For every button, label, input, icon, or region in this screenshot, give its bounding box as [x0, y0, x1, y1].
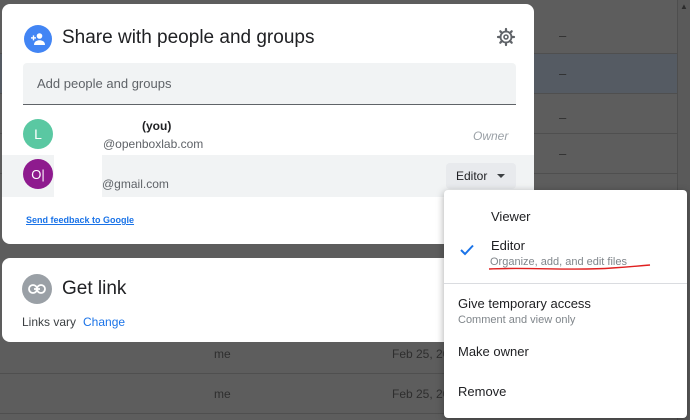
person-name-suffix: (you)	[142, 119, 172, 133]
menu-divider	[444, 283, 687, 284]
avatar: L	[23, 119, 53, 149]
feedback-link[interactable]: Send feedback to Google	[26, 215, 134, 225]
role-menu: Viewer Editor Organize, add, and edit fi…	[444, 190, 687, 418]
dialog-title: Share with people and groups	[62, 27, 315, 48]
role-label-owner: Owner	[473, 129, 509, 143]
scroll-up-icon[interactable]: ▲	[680, 2, 688, 11]
role-dropdown-button[interactable]: Editor	[446, 163, 516, 189]
add-person-icon	[24, 25, 52, 53]
menu-item-description: Comment and view only	[458, 314, 576, 326]
row-dash: –	[559, 66, 567, 81]
gear-icon[interactable]	[495, 26, 517, 48]
link-status-text: Links vary	[22, 315, 77, 329]
person-row-owner: L (you) @openboxlab.com Owner	[2, 113, 534, 155]
row-date: Feb 25, 20	[392, 347, 450, 361]
menu-item-label: Remove	[458, 384, 507, 399]
menu-item-label: Viewer	[491, 209, 531, 224]
check-icon	[460, 243, 474, 261]
person-email: @openboxlab.com	[103, 137, 204, 151]
row-dash: –	[559, 146, 567, 161]
row-owner: me	[214, 347, 231, 361]
menu-item-label: Give temporary access	[458, 296, 591, 311]
row-dash: –	[559, 110, 567, 125]
menu-item-make-owner[interactable]: Make owner	[444, 336, 687, 370]
row-date: Feb 25, 20	[392, 387, 450, 401]
annotation-underline	[488, 264, 651, 270]
avatar: O|	[23, 159, 53, 189]
person-email: @gmail.com	[102, 177, 169, 191]
menu-item-temporary-access[interactable]: Give temporary access Comment and view o…	[444, 290, 687, 332]
redacted-name-block	[54, 155, 102, 197]
redacted-name-block	[54, 113, 102, 155]
row-dash: –	[559, 28, 567, 43]
row-owner: me	[214, 387, 231, 401]
link-icon	[22, 274, 52, 304]
add-people-input[interactable]	[23, 63, 516, 105]
menu-item-label: Editor	[491, 238, 525, 253]
role-dropdown-label: Editor	[456, 169, 488, 183]
menu-item-viewer[interactable]: Viewer	[444, 198, 687, 234]
caret-down-icon	[497, 174, 506, 178]
menu-item-label: Make owner	[458, 344, 529, 359]
menu-item-remove[interactable]: Remove	[444, 376, 687, 410]
get-link-title: Get link	[62, 278, 127, 299]
change-link-button[interactable]: Change	[83, 315, 125, 329]
